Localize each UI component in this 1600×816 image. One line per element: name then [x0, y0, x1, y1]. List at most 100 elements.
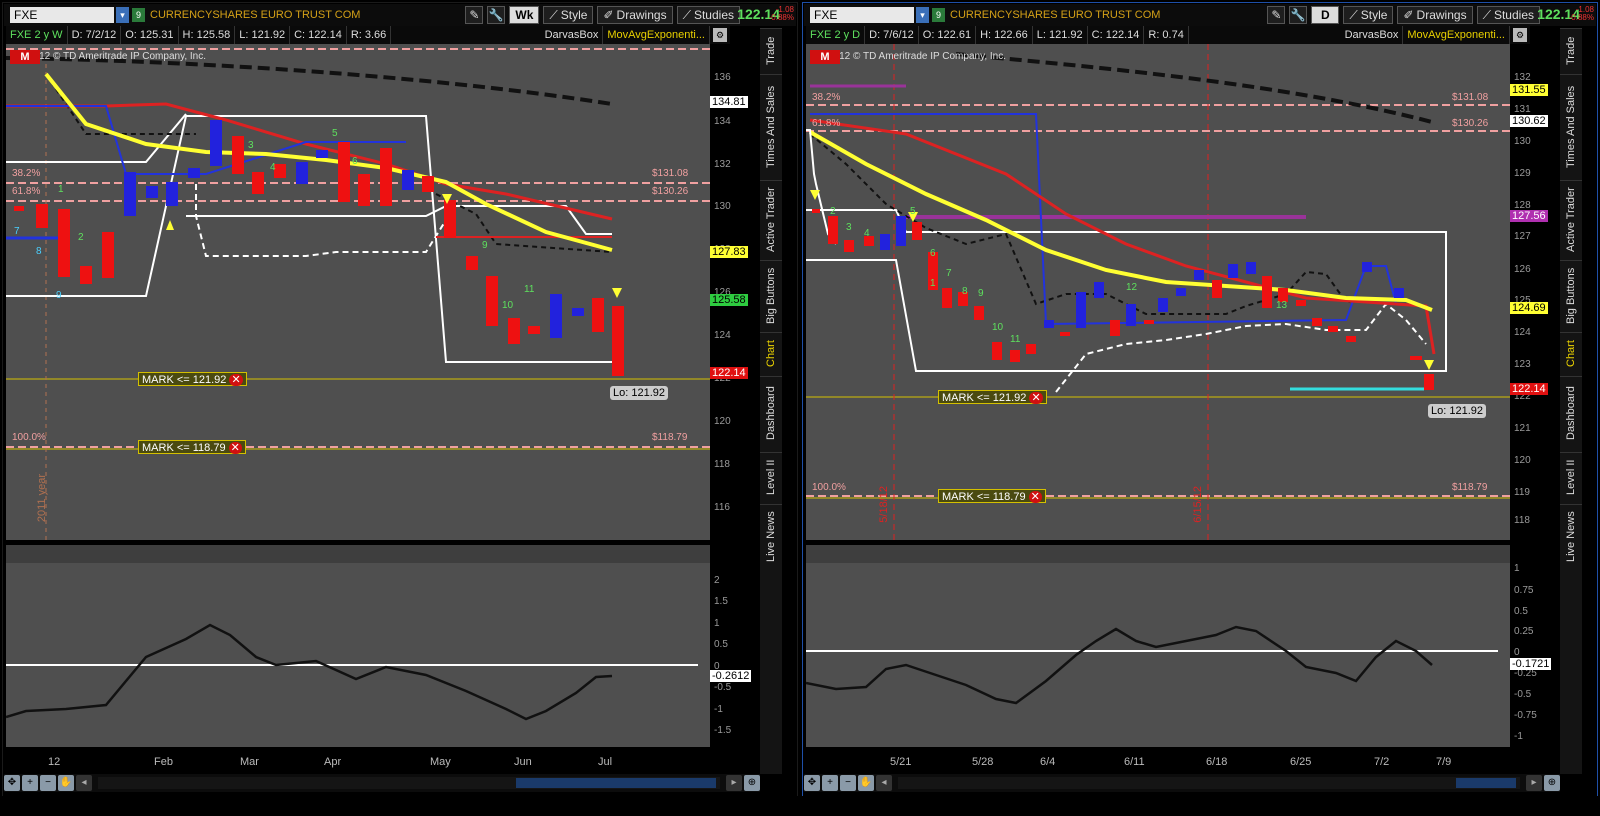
- symbol-dropdown-icon[interactable]: ▾: [916, 7, 929, 23]
- tab-chart[interactable]: Chart: [760, 332, 782, 374]
- style-button[interactable]: ⟋ Style: [1343, 6, 1394, 24]
- y-tick: 129: [1514, 168, 1531, 179]
- tab-active-trader[interactable]: Active Trader: [760, 180, 782, 258]
- studies-button[interactable]: ⟋ Studies: [1476, 6, 1540, 24]
- settings-icon[interactable]: ⚙: [1513, 28, 1527, 42]
- scroll-right-icon[interactable]: ▸: [1526, 775, 1542, 791]
- tab-live-news[interactable]: Live News: [760, 504, 782, 568]
- price-axis[interactable]: 136 134 132 130 128 126 124 122 120 118 …: [710, 44, 756, 540]
- scroll-left-icon[interactable]: ◂: [76, 775, 92, 791]
- y-tick: 0.5: [1514, 606, 1528, 617]
- x-tick: 7/9: [1436, 756, 1452, 768]
- mark-order-2[interactable]: MARK <= 118.79 ✕: [938, 489, 1046, 503]
- fit-icon[interactable]: ⊕: [744, 775, 760, 791]
- x-tick: 6/4: [1040, 756, 1056, 768]
- symbol-input[interactable]: FXE: [10, 7, 114, 23]
- drawing-tool-icon[interactable]: ✎: [465, 6, 484, 24]
- tab-times-and-sales[interactable]: Times And Sales: [1560, 74, 1582, 178]
- oscillator-value-tag: -0.2612: [710, 670, 752, 682]
- zoom-in-icon[interactable]: +: [22, 775, 38, 791]
- status-strip: [0, 796, 1600, 816]
- count-2: 2: [78, 232, 84, 243]
- close-icon[interactable]: ✕: [1029, 392, 1043, 404]
- zoom-in-icon[interactable]: +: [822, 775, 838, 791]
- link-group-icon[interactable]: 9: [132, 8, 145, 22]
- hand-icon[interactable]: ✋: [858, 775, 874, 791]
- info-range[interactable]: FXE 2 y D: [806, 26, 866, 44]
- m-button[interactable]: M: [810, 50, 840, 64]
- fit-icon[interactable]: ⊕: [1544, 775, 1560, 791]
- tab-trade[interactable]: Trade: [760, 28, 782, 72]
- price-chart[interactable]: P L LR M i 2012 © TD Ameritrade IP Compa…: [6, 44, 710, 540]
- toolbar: ✎ 🔧 Wk ⟋ Style ✐ Drawings ⟋ Studies: [465, 4, 740, 26]
- oscillator-svg: [806, 545, 1510, 705]
- mark-order-1[interactable]: MARK <= 121.92 ✕: [138, 372, 247, 386]
- tab-active-trader[interactable]: Active Trader: [1560, 180, 1582, 258]
- study-darvas[interactable]: DarvasBox: [1341, 26, 1404, 44]
- time-scrollbar[interactable]: [898, 777, 1520, 789]
- tab-times-and-sales[interactable]: Times And Sales: [760, 74, 782, 178]
- time-axis[interactable]: 12 Feb Mar Apr May Jun Jul: [6, 750, 710, 774]
- m-button[interactable]: M: [10, 50, 40, 64]
- zoom-out-icon[interactable]: −: [840, 775, 856, 791]
- oscillator-axis: 2 1.5 1 0.5 0 -0.5 -1 -1.5 -0.2612: [710, 545, 756, 747]
- drawings-button[interactable]: ✐ Drawings: [1397, 6, 1473, 24]
- link-group-icon[interactable]: 9: [932, 8, 945, 22]
- y-tick: 123: [1514, 359, 1531, 370]
- tab-level-ii[interactable]: Level II: [760, 452, 782, 502]
- mark-order-1[interactable]: MARK <= 121.92 ✕: [938, 390, 1047, 404]
- symbol-dropdown-icon[interactable]: ▾: [116, 7, 129, 23]
- time-axis[interactable]: 5/21 5/28 6/4 6/11 6/18 6/25 7/2 7/9: [806, 750, 1510, 774]
- close-icon[interactable]: ✕: [1028, 491, 1042, 503]
- info-range[interactable]: FXE 2 y W: [6, 26, 68, 44]
- x-tick: 6/25: [1290, 756, 1312, 768]
- pan-icon[interactable]: ✥: [804, 775, 820, 791]
- studies-button[interactable]: ⟋ Studies: [676, 6, 740, 24]
- darvas-mid: [186, 205, 612, 235]
- drawings-label: Drawings: [616, 8, 667, 22]
- aggregation-button[interactable]: Wk: [509, 6, 540, 24]
- study-darvas[interactable]: DarvasBox: [541, 26, 604, 44]
- close-icon[interactable]: ✕: [229, 374, 243, 386]
- tab-big-buttons[interactable]: Big Buttons: [760, 260, 782, 330]
- drawing-tool-icon[interactable]: ✎: [1267, 6, 1286, 24]
- x-tick: Feb: [154, 756, 173, 768]
- close-icon[interactable]: ✕: [228, 442, 242, 454]
- fib-price-2: $130.26: [1452, 118, 1489, 129]
- wrench-icon[interactable]: 🔧: [487, 6, 506, 24]
- scroll-thumb[interactable]: [516, 778, 716, 788]
- tab-dashboard[interactable]: Dashboard: [760, 376, 782, 450]
- scroll-left-icon[interactable]: ◂: [876, 775, 892, 791]
- fib-price-3: $118.79: [1452, 482, 1488, 493]
- scroll-right-icon[interactable]: ▸: [726, 775, 742, 791]
- oscillator-chart[interactable]: [806, 545, 1510, 747]
- tab-trade[interactable]: Trade: [1560, 28, 1582, 72]
- wrench-icon[interactable]: 🔧: [1289, 6, 1308, 24]
- tab-big-buttons[interactable]: Big Buttons: [1560, 260, 1582, 330]
- y-tag-purple: 127.56: [1510, 210, 1548, 222]
- tab-dashboard[interactable]: Dashboard: [1560, 376, 1582, 450]
- scroll-thumb[interactable]: [1456, 778, 1516, 788]
- mark-order-2[interactable]: MARK <= 118.79 ✕: [138, 440, 246, 454]
- oscillator-chart[interactable]: [6, 545, 710, 747]
- drawings-button[interactable]: ✐ Drawings: [597, 6, 673, 24]
- symbol-input[interactable]: FXE: [810, 7, 914, 23]
- tab-level-ii[interactable]: Level II: [1560, 452, 1582, 502]
- info-high: H: 122.66: [976, 26, 1033, 44]
- tab-chart[interactable]: Chart: [1560, 332, 1582, 374]
- price-axis[interactable]: 132 131 130 129 128 127 126 125 124 123 …: [1510, 44, 1556, 540]
- y-tick: 136: [714, 72, 731, 83]
- style-button[interactable]: ⟋ Style: [543, 6, 594, 24]
- y-tick: -1: [1514, 731, 1523, 742]
- study-ema[interactable]: MovAvgExponenti...: [1403, 26, 1510, 44]
- price-chart[interactable]: P L LR M i 2012 © TD Ameritrade IP Compa…: [806, 44, 1510, 540]
- settings-icon[interactable]: ⚙: [713, 28, 727, 42]
- aggregation-button[interactable]: D: [1311, 6, 1340, 24]
- study-ema[interactable]: MovAvgExponenti...: [603, 26, 710, 44]
- pan-icon[interactable]: ✥: [4, 775, 20, 791]
- time-scrollbar[interactable]: [98, 777, 720, 789]
- count-7: 7: [946, 268, 952, 279]
- hand-icon[interactable]: ✋: [58, 775, 74, 791]
- tab-live-news[interactable]: Live News: [1560, 504, 1582, 568]
- zoom-out-icon[interactable]: −: [40, 775, 56, 791]
